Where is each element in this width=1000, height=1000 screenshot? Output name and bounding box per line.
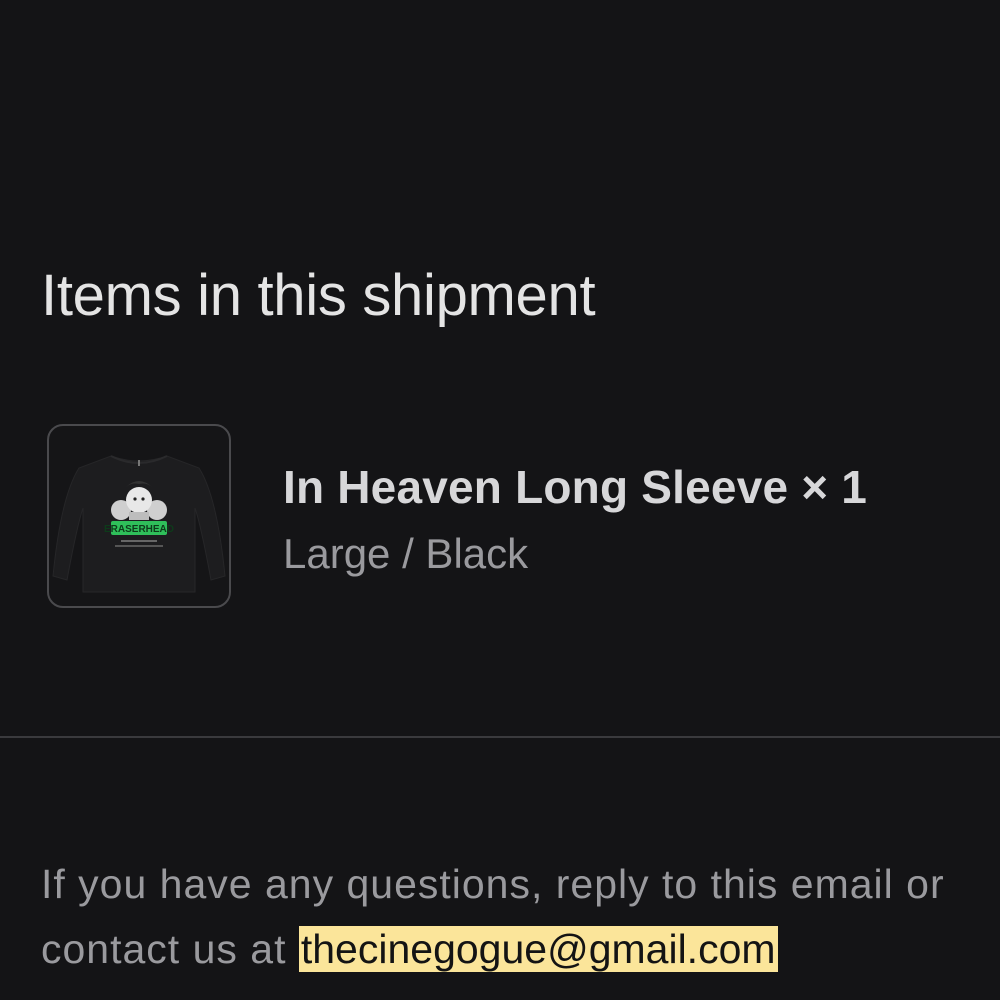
item-title: In Heaven Long Sleeve × 1 xyxy=(283,461,868,513)
thumbnail-title: ERASERHEAD xyxy=(104,524,174,535)
product-thumbnail[interactable]: ERASERHEAD xyxy=(47,424,231,608)
section-title: Items in this shipment xyxy=(41,263,596,328)
footer-contact-text: If you have any questions, reply to this… xyxy=(41,852,1000,982)
shipment-item[interactable]: ERASERHEAD In Heaven Long Sleeve × 1 Lar… xyxy=(47,424,987,608)
email-link[interactable]: thecinegogue@gmail.com xyxy=(298,926,778,972)
divider xyxy=(0,736,1000,738)
long-sleeve-shirt-icon: ERASERHEAD xyxy=(52,455,226,593)
item-variant: Large / Black xyxy=(283,530,529,577)
